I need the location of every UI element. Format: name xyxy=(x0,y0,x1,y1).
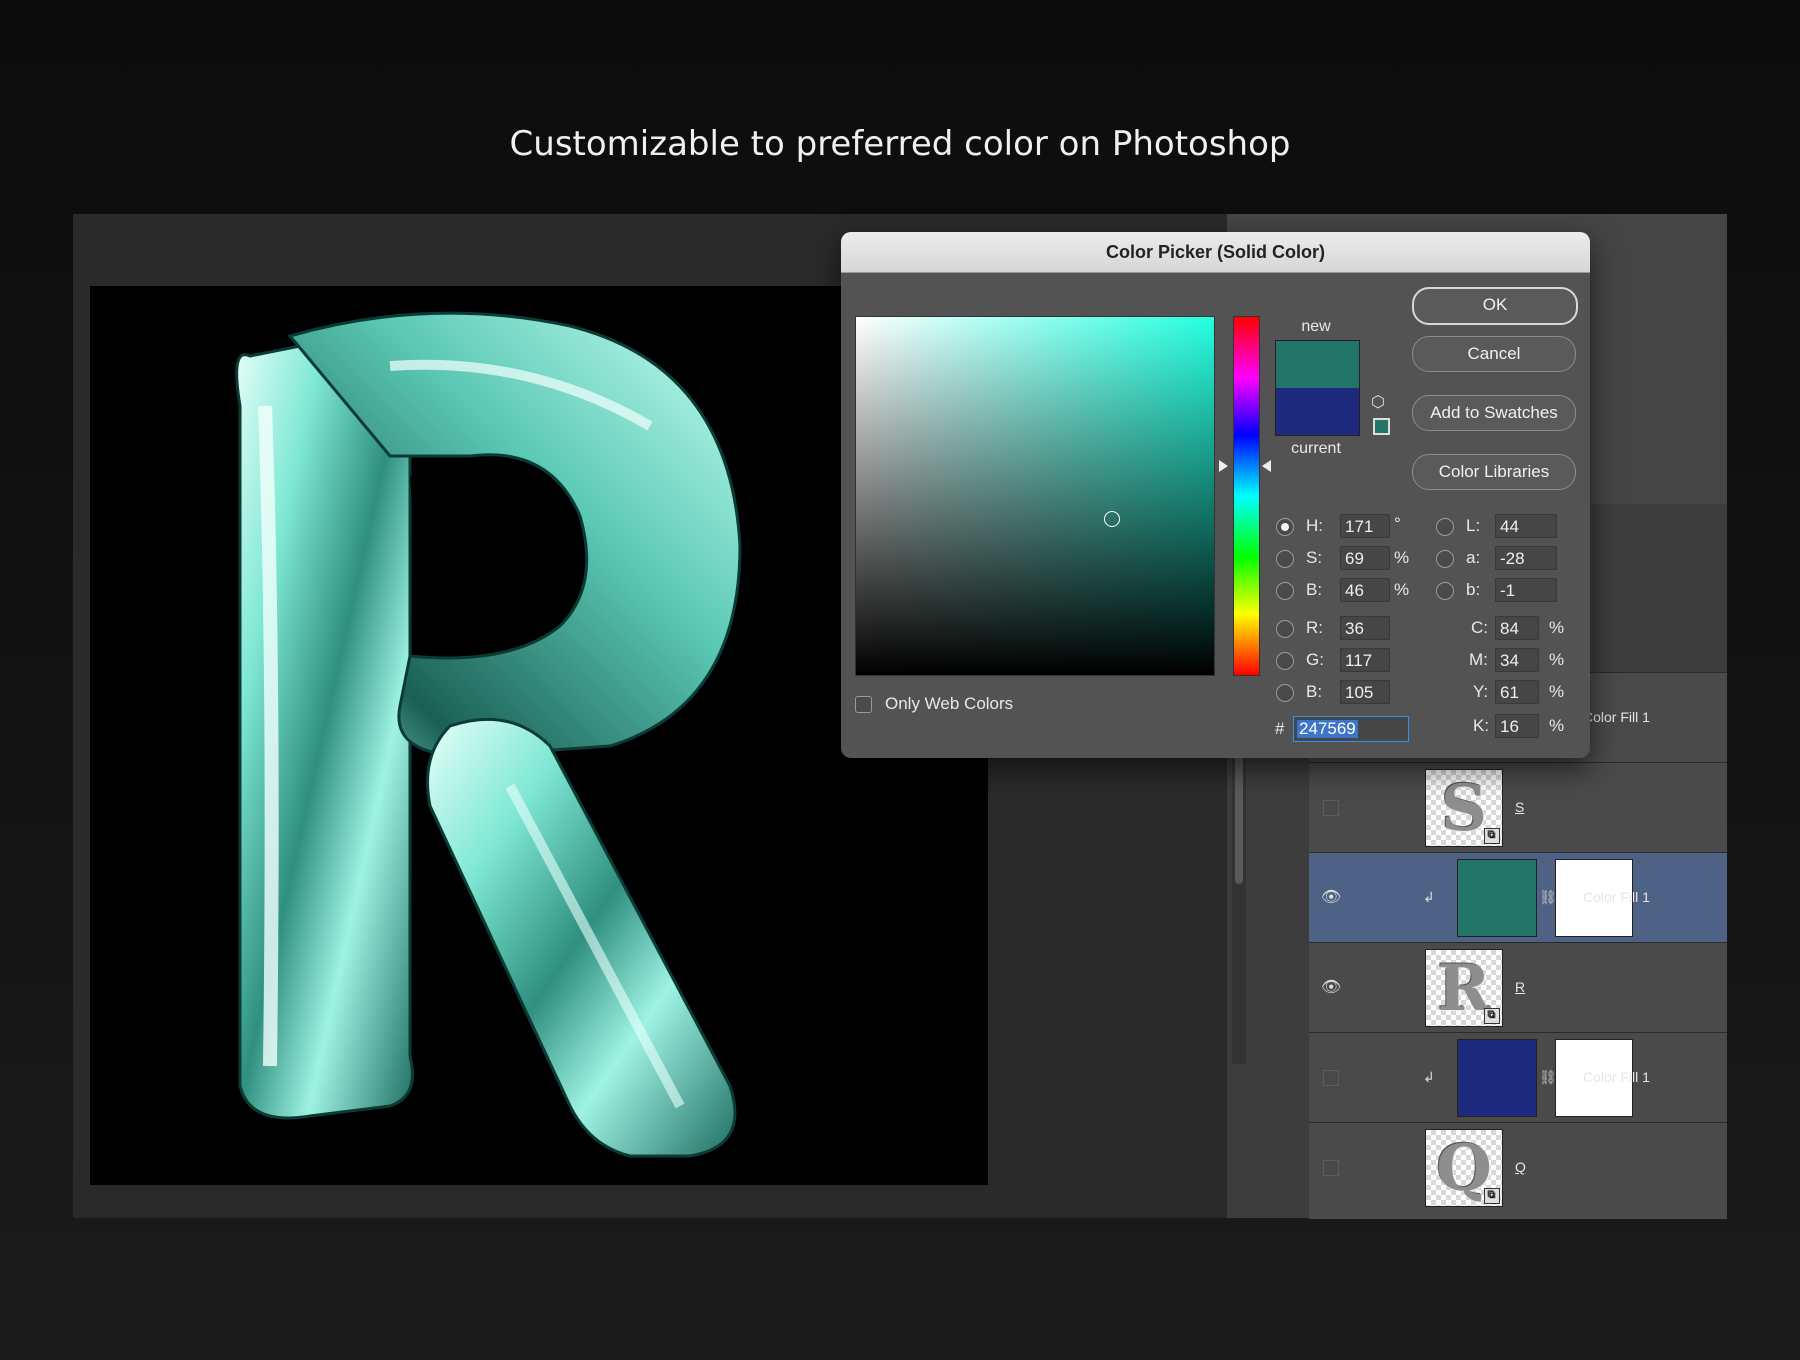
lab-a-input[interactable]: -28 xyxy=(1495,546,1557,570)
percent-unit: % xyxy=(1394,548,1410,567)
layer-row-selected[interactable]: 👁 ↲ ⛓ Color Fill 1 xyxy=(1309,852,1727,943)
out-of-gamut-cube-icon[interactable]: ⬡ xyxy=(1371,392,1385,412)
red-input[interactable]: 36 xyxy=(1340,616,1390,640)
layer-row[interactable]: ↲ ⛓ Color Fill 1 xyxy=(1309,1032,1727,1123)
color-picker-dialog: Color Picker (Solid Color) new current ⬡… xyxy=(841,232,1590,758)
cyan-label: C: xyxy=(1471,618,1488,637)
visibility-toggle[interactable] xyxy=(1323,1160,1339,1176)
layer-name: Color Fill 1 xyxy=(1583,709,1650,725)
clipping-arrow-icon: ↲ xyxy=(1423,889,1435,905)
visibility-toggle[interactable] xyxy=(1323,1070,1339,1086)
current-color-swatch[interactable] xyxy=(1275,388,1360,436)
percent-unit: % xyxy=(1394,580,1410,599)
blue-label: B: xyxy=(1306,682,1323,701)
color-libraries-button[interactable]: Color Libraries xyxy=(1412,454,1576,490)
lab-b-radio[interactable] xyxy=(1436,582,1454,600)
hex-selected-text: 247569 xyxy=(1297,719,1358,738)
blue-input[interactable]: 105 xyxy=(1340,680,1390,704)
lab-a-radio[interactable] xyxy=(1436,550,1454,568)
add-to-swatches-button[interactable]: Add to Swatches xyxy=(1412,395,1576,431)
new-label: new xyxy=(1301,318,1331,335)
eye-icon[interactable]: 👁 xyxy=(1321,977,1341,997)
lab-l-label: L: xyxy=(1466,516,1481,535)
saturation-label: S: xyxy=(1306,548,1323,567)
saturation-brightness-field[interactable] xyxy=(855,316,1215,676)
lab-l-input[interactable]: 44 xyxy=(1495,514,1557,538)
brightness-label: B: xyxy=(1306,580,1323,599)
clipping-arrow-icon: ↲ xyxy=(1423,1069,1435,1085)
magenta-input[interactable]: 34 xyxy=(1495,648,1539,672)
dialog-title: Color Picker (Solid Color) xyxy=(841,232,1590,273)
smart-object-icon: ⧉ xyxy=(1484,1008,1500,1024)
green-input[interactable]: 117 xyxy=(1340,648,1390,672)
color-fill-thumbnail xyxy=(1457,1039,1537,1117)
percent-unit: % xyxy=(1549,618,1565,637)
web-safe-swatch-icon[interactable] xyxy=(1373,418,1390,435)
brightness-radio[interactable] xyxy=(1276,582,1294,600)
smart-object-icon: ⧉ xyxy=(1484,1188,1500,1204)
layer-name: Color Fill 1 xyxy=(1583,889,1650,905)
magenta-label: M: xyxy=(1469,650,1488,669)
hue-slider-arrow-left[interactable] xyxy=(1219,460,1228,472)
hex-input[interactable]: 247569 xyxy=(1293,716,1409,742)
hue-label: H: xyxy=(1306,516,1323,535)
lab-b-input[interactable]: -1 xyxy=(1495,578,1557,602)
thumbnail-letter: S xyxy=(1440,770,1488,846)
black-input[interactable]: 16 xyxy=(1495,714,1539,738)
eye-icon[interactable]: 👁 xyxy=(1321,887,1341,907)
layer-row[interactable]: 👁 R ⧉ R xyxy=(1309,942,1727,1033)
layer-name: R xyxy=(1515,979,1526,995)
red-radio[interactable] xyxy=(1276,620,1294,638)
hue-input[interactable]: 171 xyxy=(1340,514,1390,538)
color-fill-thumbnail xyxy=(1457,859,1537,937)
lab-l-radio[interactable] xyxy=(1436,518,1454,536)
red-label: R: xyxy=(1306,618,1323,637)
layer-name: S xyxy=(1515,799,1525,815)
percent-unit: % xyxy=(1549,650,1565,669)
degree-unit: ° xyxy=(1394,514,1401,533)
cyan-input[interactable]: 84 xyxy=(1495,616,1539,640)
hue-slider-arrow-right[interactable] xyxy=(1262,460,1271,472)
percent-unit: % xyxy=(1549,682,1565,701)
thumbnail-letter: R xyxy=(1437,950,1491,1026)
lab-b-label: b: xyxy=(1466,580,1481,599)
black-label: K: xyxy=(1473,716,1490,735)
hex-label: # xyxy=(1275,719,1285,738)
lab-a-label: a: xyxy=(1466,548,1481,567)
color-marker[interactable] xyxy=(1104,511,1120,527)
percent-unit: % xyxy=(1549,716,1565,735)
brightness-input[interactable]: 46 xyxy=(1340,578,1390,602)
hue-radio[interactable] xyxy=(1276,518,1294,536)
ok-button[interactable]: OK xyxy=(1412,287,1578,325)
new-color-swatch xyxy=(1275,340,1360,389)
smart-object-thumbnail: Q ⧉ xyxy=(1425,1129,1503,1207)
yellow-label: Y: xyxy=(1473,682,1489,701)
hue-slider[interactable] xyxy=(1233,316,1260,676)
yellow-input[interactable]: 61 xyxy=(1495,680,1539,704)
smart-object-thumbnail: S ⧉ xyxy=(1425,769,1503,847)
current-label: current xyxy=(1291,440,1341,457)
smart-object-icon: ⧉ xyxy=(1484,828,1500,844)
headline: Customizable to preferred color on Photo… xyxy=(509,124,1291,164)
layer-name: Q xyxy=(1515,1159,1526,1175)
green-label: G: xyxy=(1306,650,1324,669)
green-radio[interactable] xyxy=(1276,652,1294,670)
layer-row[interactable]: Q ⧉ Q xyxy=(1309,1122,1727,1219)
visibility-toggle[interactable] xyxy=(1323,800,1339,816)
cancel-button[interactable]: Cancel xyxy=(1412,336,1576,372)
saturation-radio[interactable] xyxy=(1276,550,1294,568)
blue-radio[interactable] xyxy=(1276,684,1294,702)
saturation-input[interactable]: 69 xyxy=(1340,546,1390,570)
only-web-colors-checkbox[interactable] xyxy=(855,696,872,713)
smart-object-thumbnail: R ⧉ xyxy=(1425,949,1503,1027)
only-web-colors-label: Only Web Colors xyxy=(885,694,1014,713)
layer-row[interactable]: S ⧉ S xyxy=(1309,762,1727,853)
layer-name: Color Fill 1 xyxy=(1583,1069,1650,1085)
